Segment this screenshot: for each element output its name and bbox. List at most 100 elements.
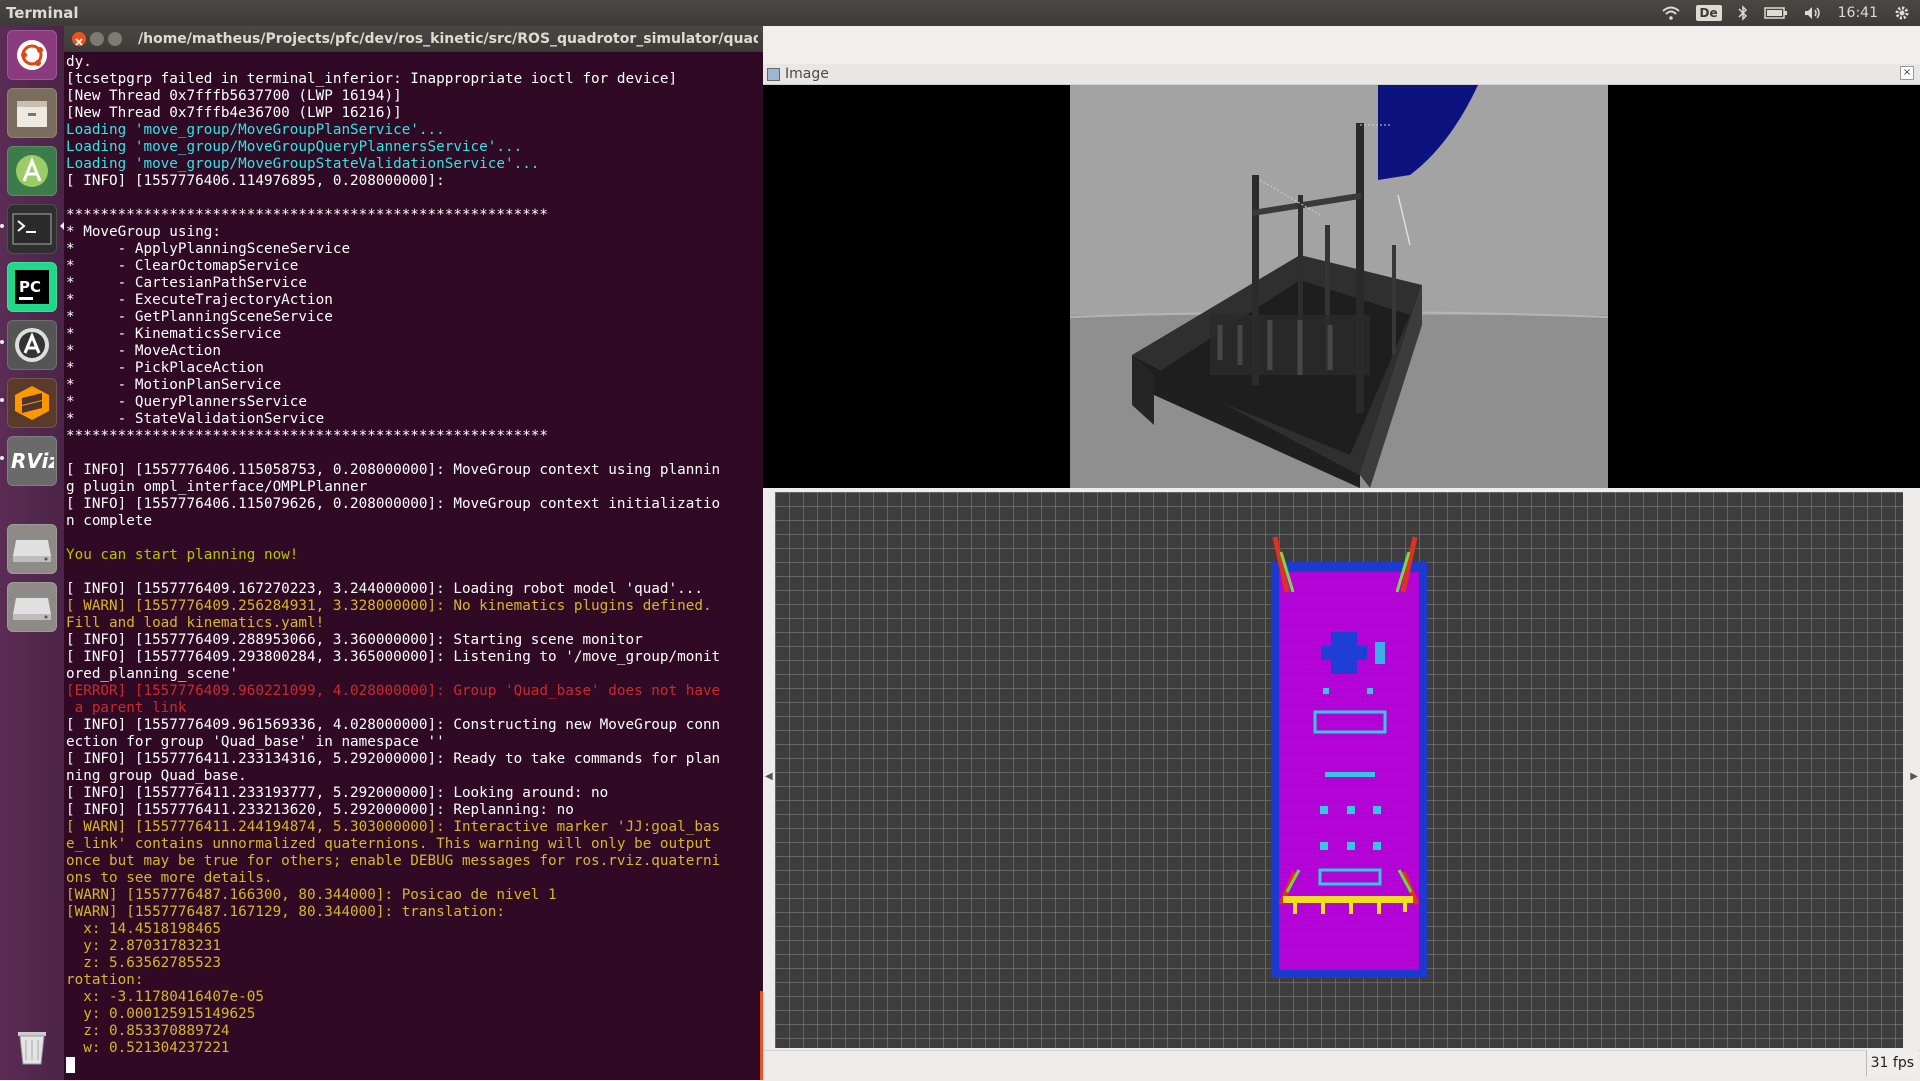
terminal-running-indicator — [0, 224, 4, 228]
terminal-line: w: 0.521304237221 — [66, 1040, 230, 1056]
active-app-title: Terminal — [6, 4, 79, 22]
camera-image-view[interactable] — [763, 85, 1920, 488]
close-panel-button[interactable]: × — [1900, 66, 1914, 80]
terminal-line: rotation: — [66, 972, 144, 988]
terminal-line: [ INFO] [1557776406.114976895, 0.2080000… — [66, 173, 445, 189]
terminal-line: * - MoveAction — [66, 343, 221, 359]
terminal-icon[interactable] — [7, 204, 57, 254]
svg-text:PC: PC — [19, 278, 41, 296]
terminal-line: ection for group 'Quad_base' in namespac… — [66, 734, 445, 750]
software-updater-icon[interactable] — [7, 320, 57, 370]
camera-render — [1070, 85, 1608, 488]
rviz-running-indicator — [0, 456, 4, 460]
terminal-line: x: 14.4518198465 — [66, 921, 221, 937]
top-panel: Terminal De 16:41 — [0, 0, 1920, 26]
terminal-line: n complete — [66, 513, 153, 529]
terminal-cursor-line[interactable] — [66, 1057, 760, 1074]
terminal-output[interactable]: dy. [tcsetpgrp failed in terminal_inferio… — [66, 54, 760, 1078]
rviz-icon[interactable]: RViz — [7, 436, 57, 486]
fps-counter: 31 fps — [1865, 1050, 1918, 1076]
terminal-line: ning group Quad_base. — [66, 768, 247, 784]
clock[interactable]: 16:41 — [1838, 0, 1878, 26]
sublime-running-indicator — [0, 398, 4, 402]
terminal-line: Loading 'move_group/MoveGroupStateValida… — [66, 156, 540, 172]
minimize-window-button[interactable] — [90, 32, 104, 46]
terminal-titlebar[interactable]: /home/matheus/Projects/pfc/dev/ros_kinet… — [64, 26, 763, 52]
bluetooth-icon[interactable] — [1738, 5, 1748, 21]
terminal-title: /home/matheus/Projects/pfc/dev/ros_kinet… — [138, 31, 758, 47]
indicator-area: De 16:41 — [1661, 0, 1910, 26]
updater-running-indicator — [0, 340, 4, 344]
terminal-line: a parent link — [66, 700, 187, 716]
terminal-line: [ INFO] [1557776409.961569336, 4.0280000… — [66, 717, 721, 733]
drive-icon-2[interactable] — [7, 582, 57, 632]
keyboard-layout-indicator[interactable]: De — [1695, 5, 1722, 21]
trash-icon[interactable] — [7, 1020, 57, 1070]
rviz-window: Image × ◀ ▶ 31 fps — [763, 26, 1920, 1081]
terminal-line: * - ClearOctomapService — [66, 258, 299, 274]
image-panel-title: Image — [785, 66, 829, 82]
terminal-line: g plugin ompl_interface/OMPLPlanner — [66, 479, 368, 495]
terminal-line: [ INFO] [1557776409.288953066, 3.3600000… — [66, 632, 643, 648]
battery-icon[interactable] — [1763, 7, 1788, 19]
terminal-line: Loading 'move_group/MoveGroupPlanService… — [66, 122, 445, 138]
terminal-line: * - StateValidationService — [66, 411, 325, 427]
ubuntu-dash-icon[interactable] — [7, 30, 57, 80]
terminal-line: * MoveGroup using: — [66, 224, 221, 240]
left-panel-collapse-arrow[interactable]: ◀ — [765, 771, 773, 782]
terminal-line: ****************************************… — [66, 428, 549, 444]
terminal-line: Loading 'move_group/MoveGroupQueryPlanne… — [66, 139, 523, 155]
settings-gear-icon[interactable] — [1894, 5, 1910, 21]
terminal-line: * - PickPlaceAction — [66, 360, 264, 376]
terminal-line: [ WARN] [1557776411.244194874, 5.3030000… — [66, 819, 721, 835]
terminal-line: [tcsetpgrp failed in terminal_inferior: … — [66, 71, 678, 87]
terminal-line: Fill and load kinematics.yaml! — [66, 615, 325, 631]
volume-icon[interactable] — [1804, 6, 1822, 20]
terminal-line: [ INFO] [1557776411.233213620, 5.2920000… — [66, 802, 574, 818]
wifi-icon[interactable] — [1661, 6, 1680, 20]
terminal-line: * - QueryPlannersService — [66, 394, 308, 410]
terminal-line: dy. — [66, 54, 92, 70]
image-panel-header[interactable]: Image × — [763, 64, 1920, 85]
terminal-line: once but may be true for others; enable … — [66, 853, 721, 869]
terminal-line: y: 0.000125915149625 — [66, 1006, 256, 1022]
pycharm-icon[interactable]: PC — [7, 262, 57, 312]
close-window-button[interactable] — [72, 32, 86, 46]
terminal-line: * - ApplyPlanningSceneService — [66, 241, 351, 257]
file-manager-icon[interactable] — [7, 88, 57, 138]
rviz-3d-viewport[interactable] — [775, 492, 1903, 1048]
terminal-line: [ WARN] [1557776409.256284931, 3.3280000… — [66, 598, 712, 614]
rviz-toolbar — [763, 26, 1920, 65]
terminal-line: * - CartesianPathService — [66, 275, 308, 291]
sublime-text-icon[interactable] — [7, 378, 57, 428]
terminal-line: [ INFO] [1557776406.115079626, 0.2080000… — [66, 496, 721, 512]
launcher: PC RViz — [0, 26, 65, 1080]
android-studio-icon[interactable] — [7, 146, 57, 196]
top-down-map-render — [775, 492, 1903, 1048]
drive-icon-1[interactable] — [7, 524, 57, 574]
terminal-line: * - MotionPlanService — [66, 377, 282, 393]
terminal-line: y: 2.87031783231 — [66, 938, 221, 954]
terminal-line: [New Thread 0x7fffb5637700 (LWP 16194)] — [66, 88, 402, 104]
terminal-line: You can start planning now! — [66, 547, 299, 563]
terminal-line: [ INFO] [1557776409.293800284, 3.3650000… — [66, 649, 721, 665]
terminal-line: [WARN] [1557776487.166300, 80.344000]: P… — [66, 887, 557, 903]
substation-camera-scene — [1070, 85, 1608, 488]
terminal-line: * - GetPlanningSceneService — [66, 309, 333, 325]
terminal-line: * - ExecuteTrajectoryAction — [66, 292, 333, 308]
rviz-status-bar — [763, 1050, 1920, 1081]
terminal-line: [ INFO] [1557776406.115058753, 0.2080000… — [66, 462, 721, 478]
terminal-line: [WARN] [1557776487.167129, 80.344000]: t… — [66, 904, 505, 920]
svg-text:RViz: RViz — [11, 449, 54, 473]
terminal-line: z: 5.63562785523 — [66, 955, 221, 971]
terminal-line: ored_planning_scene' — [66, 666, 239, 682]
dock-panel-icon[interactable] — [767, 68, 780, 81]
terminal-cursor — [66, 1057, 75, 1073]
terminal-line: ****************************************… — [66, 207, 549, 223]
right-panel-collapse-arrow[interactable]: ▶ — [1910, 771, 1918, 782]
maximize-window-button[interactable] — [108, 32, 122, 46]
